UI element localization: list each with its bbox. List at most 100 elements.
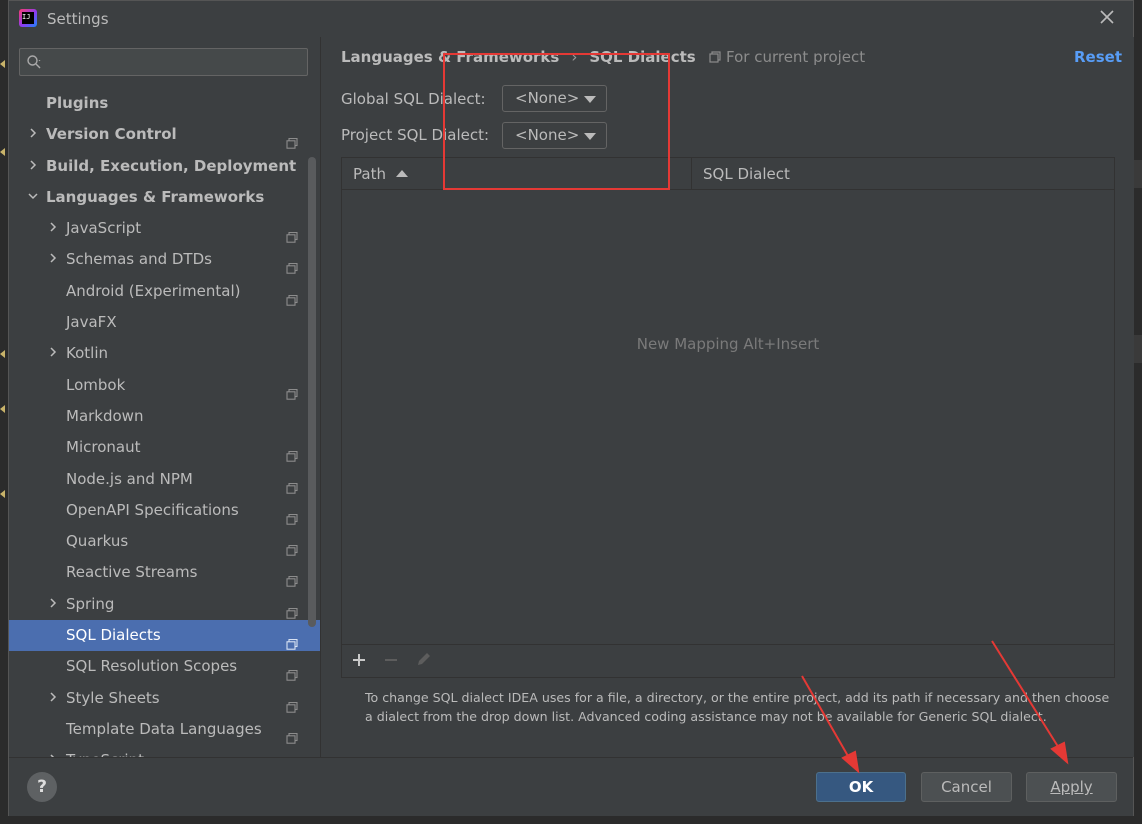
search-input[interactable]	[19, 48, 308, 76]
sidebar-scrollbar[interactable]	[308, 157, 316, 627]
title-bar: IJ Settings	[9, 1, 1133, 37]
sidebar-item-label: Markdown	[66, 406, 144, 425]
sidebar-item[interactable]: Build, Execution, Deployment	[9, 151, 320, 182]
sidebar-item-label: Spring	[66, 594, 115, 613]
project-scope-icon	[286, 599, 298, 619]
sidebar-item-label: SQL Dialects	[66, 626, 161, 645]
close-icon	[1100, 10, 1114, 24]
sidebar-item-label: Micronaut	[66, 438, 141, 457]
sidebar-item[interactable]: Markdown	[9, 401, 320, 432]
sidebar-item[interactable]: Lombok	[9, 370, 320, 401]
background-editor-band	[1134, 160, 1142, 188]
project-scope-icon	[286, 724, 298, 744]
ok-button[interactable]: OK	[816, 772, 906, 802]
settings-dialog: IJ Settings Plugins Version Control Build,…	[8, 0, 1134, 816]
sidebar-item[interactable]: Reactive Streams	[9, 557, 320, 588]
chevron-right-icon[interactable]	[46, 746, 60, 757]
sidebar-item-label: Node.js and NPM	[66, 469, 193, 488]
sidebar-item[interactable]: Schemas and DTDs	[9, 244, 320, 275]
sidebar-item[interactable]: Version Control	[9, 119, 320, 150]
dialect-mapping-table: Path SQL Dialect New Mapping Alt+Insert	[341, 157, 1115, 678]
reset-link[interactable]: Reset	[1074, 48, 1122, 66]
chevron-right-icon[interactable]	[46, 339, 60, 370]
sidebar-item[interactable]: Plugins	[9, 88, 320, 119]
sidebar-item-label: TypeScript	[66, 745, 144, 757]
intellij-app-icon: IJ	[19, 9, 37, 27]
apply-button[interactable]: Apply	[1026, 772, 1117, 802]
sidebar-item[interactable]: Languages & Frameworks	[9, 182, 320, 213]
project-scope-icon	[286, 661, 298, 682]
chevron-right-icon[interactable]	[46, 590, 60, 621]
settings-tree: Plugins Version Control Build, Execution, …	[9, 88, 320, 757]
column-header-sql-dialect[interactable]: SQL Dialect	[692, 158, 1114, 189]
chevron-right-icon[interactable]	[46, 214, 60, 245]
project-scope-icon	[286, 380, 298, 400]
project-scope-icon	[286, 505, 298, 525]
table-body[interactable]: New Mapping Alt+Insert	[342, 190, 1114, 645]
apply-label: Apply	[1050, 778, 1093, 796]
new-mapping-link[interactable]: New Mapping	[637, 335, 739, 353]
chevron-right-icon[interactable]	[46, 245, 60, 276]
add-mapping-button[interactable]	[348, 649, 370, 671]
sidebar-item[interactable]: Spring	[9, 589, 320, 620]
sidebar-item-label: Template Data Languages	[66, 719, 262, 738]
sidebar-item-label: OpenAPI Specifications	[66, 500, 239, 519]
pencil-icon	[418, 653, 430, 665]
sort-ascending-icon	[395, 170, 408, 177]
chevron-down-icon[interactable]	[26, 183, 40, 214]
help-button[interactable]: ?	[27, 772, 57, 802]
settings-sidebar: Plugins Version Control Build, Execution, …	[9, 37, 320, 757]
project-scope-icon	[286, 474, 298, 494]
project-scope-icon	[286, 254, 298, 275]
chevron-right-icon[interactable]	[46, 684, 60, 715]
dialog-footer: ? OK Cancel Apply	[9, 757, 1133, 816]
sidebar-item[interactable]: JavaScript	[9, 213, 320, 244]
remove-mapping-button[interactable]	[380, 649, 402, 671]
annotation-highlight-box	[443, 53, 670, 190]
scope-indicator: For current project	[709, 48, 865, 66]
project-scope-icon	[286, 693, 298, 713]
empty-table-hint: New Mapping Alt+Insert	[342, 335, 1114, 353]
sidebar-item[interactable]: Micronaut	[9, 432, 320, 463]
sidebar-item-label: Languages & Frameworks	[46, 187, 265, 206]
sidebar-item-label: Kotlin	[66, 344, 108, 363]
close-button[interactable]	[1095, 7, 1119, 31]
sidebar-item[interactable]: Template Data Languages	[9, 714, 320, 745]
background-ide-bottom	[0, 816, 1142, 824]
search-icon	[27, 55, 41, 69]
sidebar-item-label: JavaScript	[66, 219, 142, 238]
sidebar-item-label: Plugins	[46, 94, 109, 112]
column-label: SQL Dialect	[703, 165, 790, 183]
chevron-right-icon[interactable]	[26, 152, 40, 183]
sidebar-item[interactable]: JavaFX	[9, 307, 320, 338]
sidebar-item[interactable]: SQL Resolution Scopes	[9, 651, 320, 682]
sidebar-item[interactable]: Kotlin	[9, 338, 320, 369]
sidebar-item[interactable]: Style Sheets	[9, 683, 320, 714]
background-ide-right	[1134, 0, 1142, 824]
edit-mapping-button[interactable]	[413, 649, 435, 671]
sidebar-item-label: Schemas and DTDs	[66, 250, 212, 269]
sidebar-item[interactable]: Node.js and NPM	[9, 464, 320, 495]
project-scope-icon	[286, 536, 298, 556]
project-scope-icon	[286, 442, 298, 463]
sidebar-item[interactable]: OpenAPI Specifications	[9, 495, 320, 526]
sidebar-item[interactable]: Quarkus	[9, 526, 320, 557]
sidebar-item-label: Build, Execution, Deployment	[46, 156, 297, 175]
new-mapping-shortcut: Alt+Insert	[743, 335, 820, 353]
chevron-right-icon[interactable]	[26, 120, 40, 151]
background-fold-marker	[0, 490, 5, 498]
scope-text: For current project	[726, 48, 866, 66]
background-fold-marker	[0, 350, 5, 358]
sidebar-item-label: JavaFX	[66, 313, 117, 332]
sidebar-item[interactable]: Android (Experimental)	[9, 276, 320, 307]
project-scope-icon	[286, 223, 298, 243]
project-scope-icon	[286, 129, 298, 150]
minus-icon	[385, 659, 397, 661]
table-toolbar	[342, 644, 1114, 677]
sidebar-item[interactable]: TypeScript	[9, 745, 320, 757]
cancel-button[interactable]: Cancel	[921, 772, 1012, 802]
background-fold-marker	[0, 60, 5, 68]
sidebar-item[interactable]: SQL Dialects	[9, 620, 320, 652]
column-label: Path	[353, 165, 386, 183]
background-fold-marker	[0, 405, 5, 413]
